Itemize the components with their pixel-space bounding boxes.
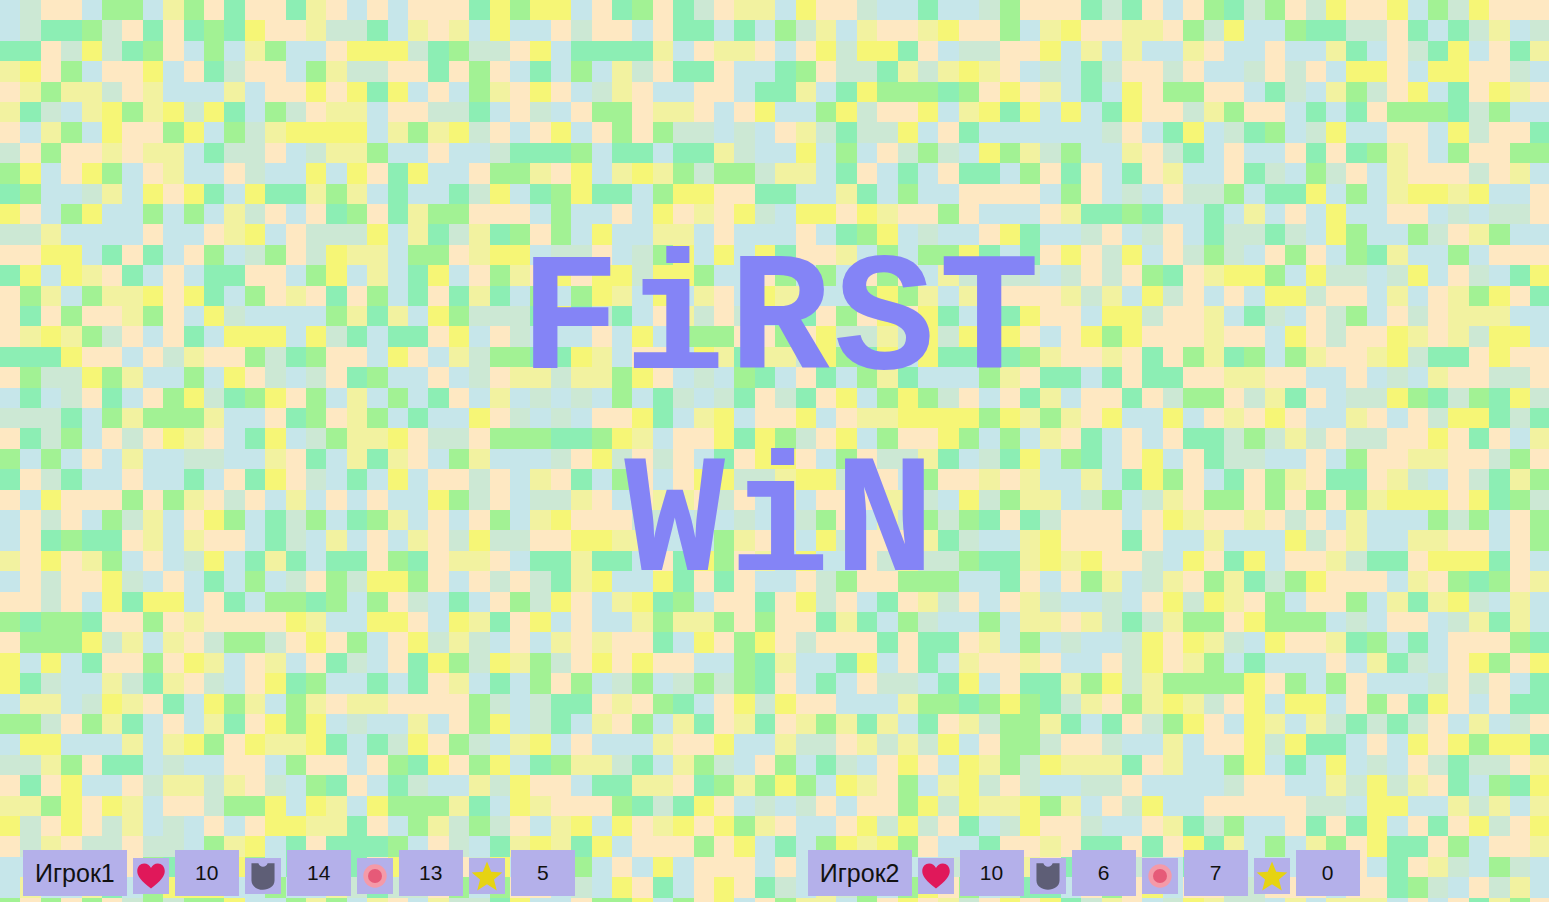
- stat-icon-box: [469, 858, 505, 894]
- mana-orb-icon: [1146, 862, 1174, 890]
- stat-icon-box: [1030, 858, 1066, 894]
- player-name: Игрок2: [808, 850, 912, 896]
- stat-value: 10: [960, 850, 1024, 896]
- stat-value: 10: [175, 850, 239, 896]
- stat-icon-box: [133, 858, 169, 894]
- stat-value: 6: [1072, 850, 1136, 896]
- heart-icon: [136, 862, 166, 890]
- stat-value: 0: [1296, 850, 1360, 896]
- banner-line: FiRST: [519, 223, 1043, 425]
- player-panel: Игрок2 10 6 7 0: [808, 850, 1360, 896]
- player-panel: Игрок1 10 14 13 5: [23, 850, 575, 896]
- armor-icon: [1034, 861, 1062, 891]
- stat-value: 14: [287, 850, 351, 896]
- stat-icon-box: [918, 858, 954, 894]
- banner-line: WiN: [624, 425, 938, 627]
- heart-icon: [921, 862, 951, 890]
- armor-icon: [249, 861, 277, 891]
- status-bar: Игрок1 10 14 13 5 Игрок2 10 6 7 0: [0, 850, 1549, 902]
- game-stage: FiRSTWiN: [0, 0, 1549, 850]
- stat-value: 13: [399, 850, 463, 896]
- player-name: Игрок1: [23, 850, 127, 896]
- game-screen: FiRSTWiN Игрок1 10 14 13 5 Игрок2 10 6 7 0: [0, 0, 1549, 902]
- star-icon: [470, 860, 504, 892]
- stat-icon-box: [1142, 858, 1178, 894]
- stat-value: 5: [511, 850, 575, 896]
- win-banner: FiRSTWiN: [519, 223, 1043, 626]
- stat-value: 7: [1184, 850, 1248, 896]
- mana-orb-icon: [361, 862, 389, 890]
- stat-icon-box: [245, 858, 281, 894]
- stat-icon-box: [357, 858, 393, 894]
- star-icon: [1255, 860, 1289, 892]
- stat-icon-box: [1254, 858, 1290, 894]
